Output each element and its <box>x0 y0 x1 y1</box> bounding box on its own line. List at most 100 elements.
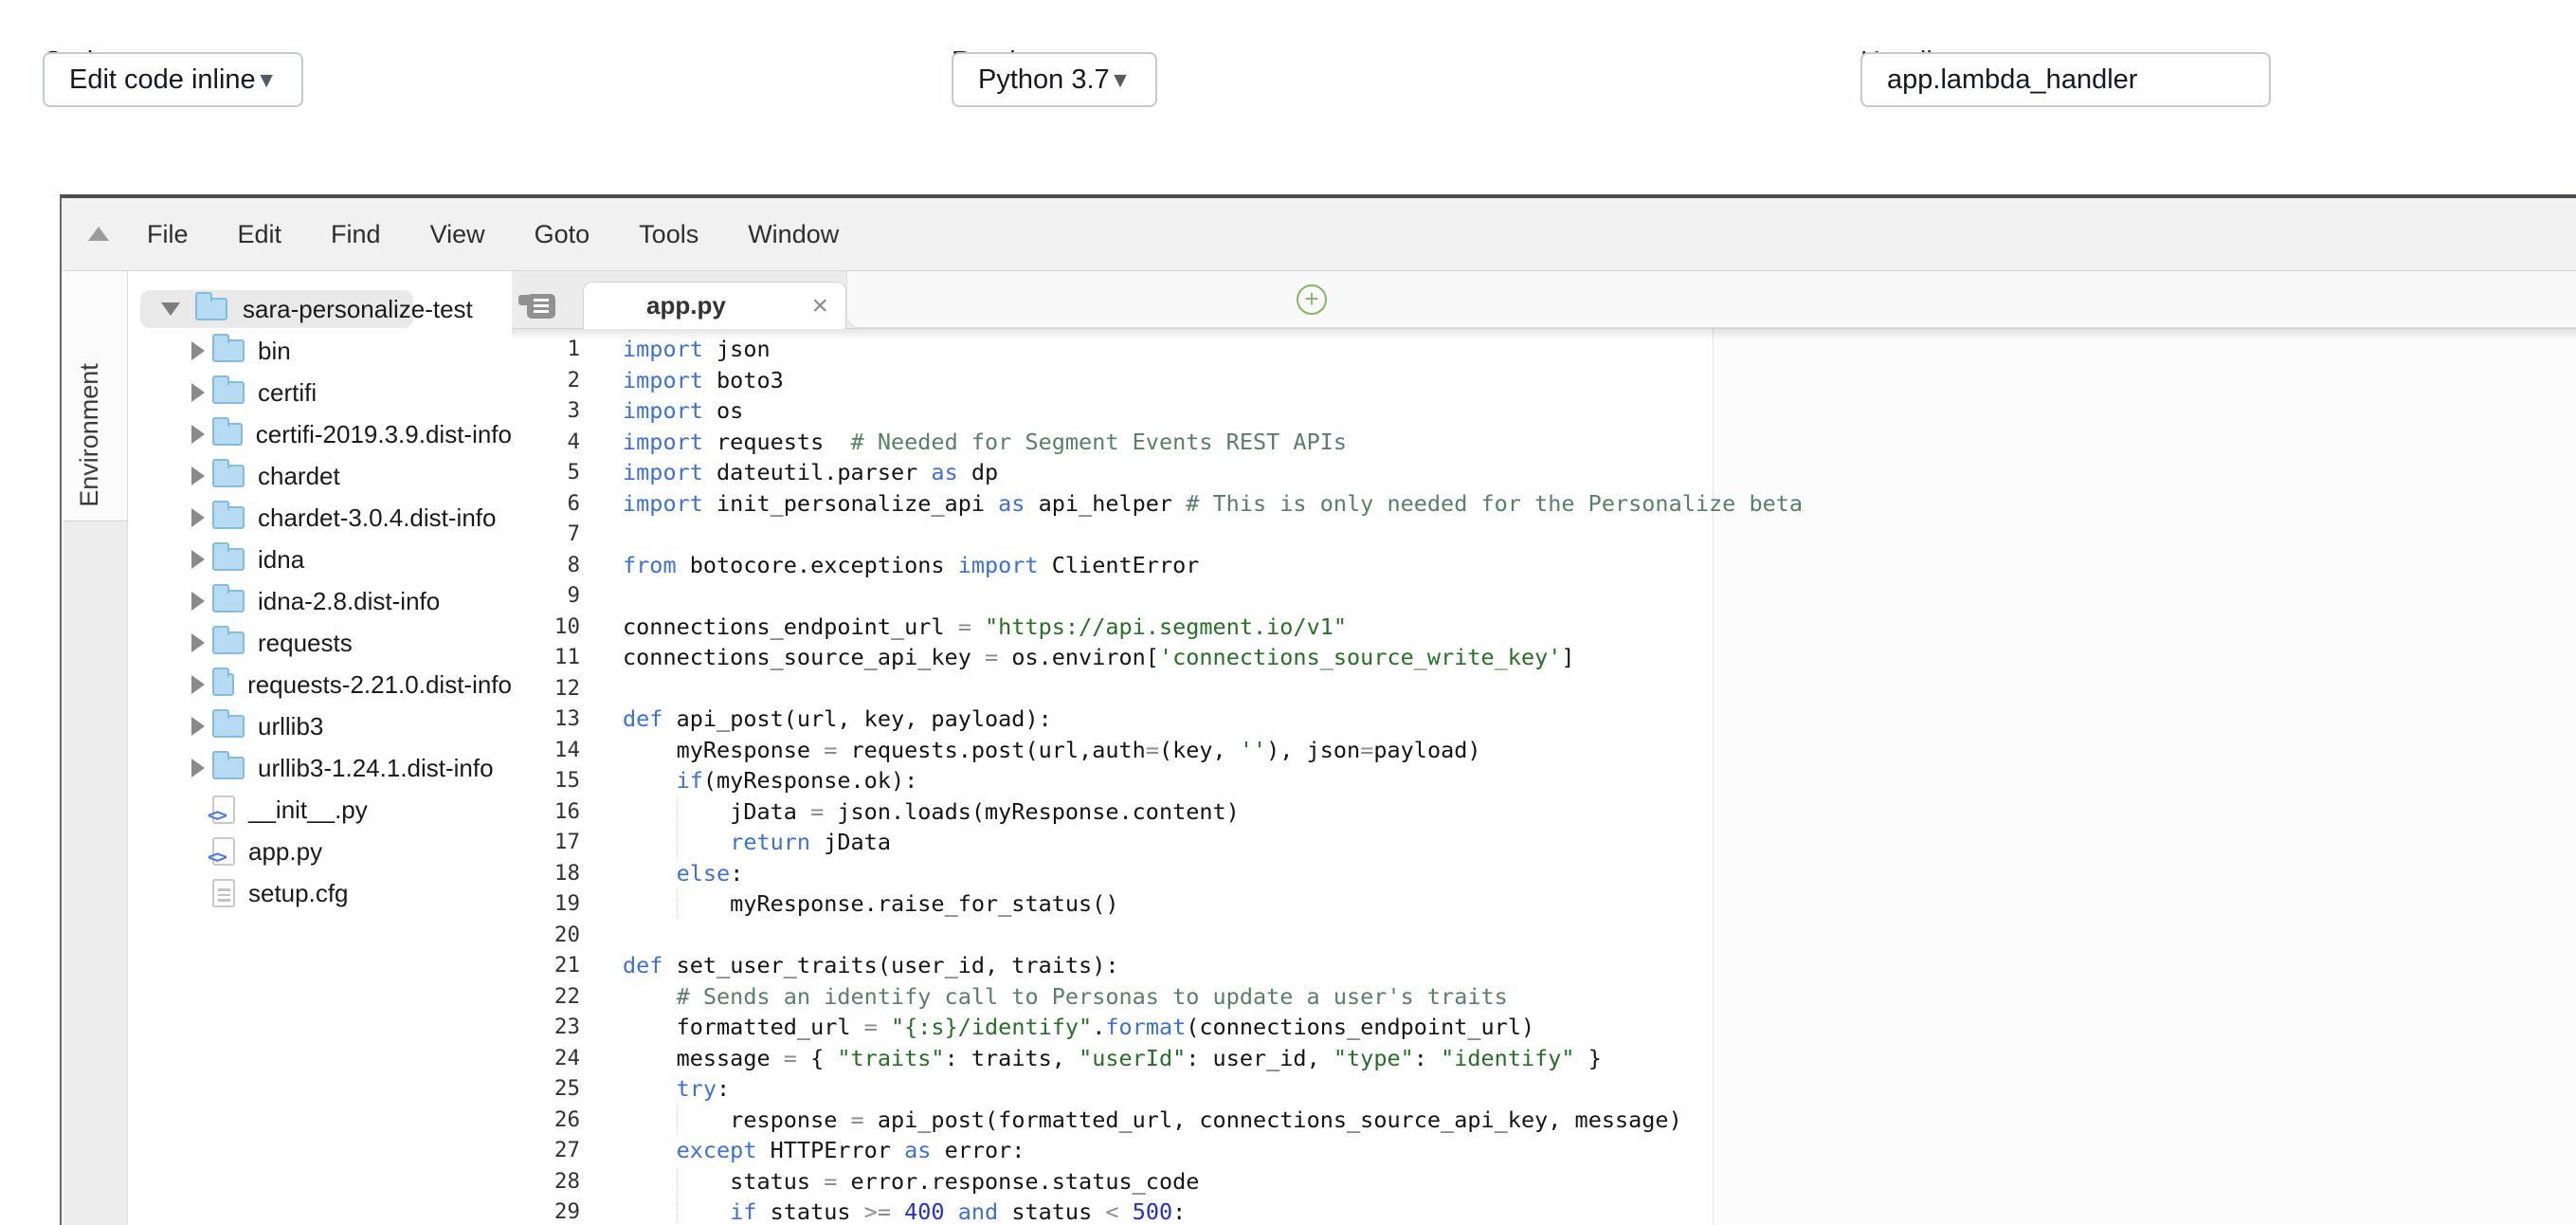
chevron-right-icon[interactable] <box>191 633 205 652</box>
chevron-right-icon[interactable] <box>191 592 205 611</box>
tab-list-icon[interactable] <box>527 294 555 319</box>
menu-item-window[interactable]: Window <box>748 220 839 249</box>
tab-bar-shadow <box>512 329 2576 340</box>
code-editor-area[interactable]: 1234567891011121314151617181920212223242… <box>512 329 2576 1225</box>
tree-item-chardet-3-0-4-dist-info[interactable]: chardet-3.0.4.dist-info <box>127 497 512 539</box>
menu-item-goto[interactable]: Goto <box>535 220 590 249</box>
lambda-code-editor-page: Code entry type Edit code inline ▼ Runti… <box>0 0 2576 1225</box>
tree-item-urllib3[interactable]: urllib3 <box>127 705 512 747</box>
tree-item-idna[interactable]: idna <box>127 539 512 580</box>
tree-item-label: setup.cfg <box>248 879 349 908</box>
code-line: if(myResponse.ok): <box>512 765 2576 796</box>
handler-input[interactable] <box>1887 64 2244 96</box>
editor-tab-bar: app.py × + <box>512 271 2576 329</box>
tree-item-certifi-2019-3-9-dist-info[interactable]: certifi-2019.3.9.dist-info <box>127 413 512 455</box>
code-line: import requests # Needed for Segment Eve… <box>512 427 2576 458</box>
tree-item-label: chardet <box>258 462 340 491</box>
code-editor-frame: File Edit Find View Goto Tools Window Environm… <box>60 194 2576 1225</box>
code-entry-type-select[interactable]: Edit code inline ▼ <box>43 52 303 107</box>
tree-item--init-py[interactable]: <> __init__.py <box>127 789 512 831</box>
menu-item-find[interactable]: Find <box>331 220 381 249</box>
chevron-right-icon[interactable] <box>191 425 205 444</box>
folder-icon <box>212 757 245 779</box>
runtime-select[interactable]: Python 3.7 ▼ <box>952 52 1157 107</box>
code-line: status = error.response.status_code <box>512 1166 2576 1198</box>
chevron-right-icon[interactable] <box>191 675 205 694</box>
tree-item-certifi[interactable]: certifi <box>127 372 512 413</box>
code-line: from botocore.exceptions import ClientEr… <box>512 550 2576 581</box>
code-line: def api_post(url, key, payload): <box>512 704 2576 735</box>
chevron-right-icon[interactable] <box>191 550 205 569</box>
tree-item-urllib3-1-24-1-dist-info[interactable]: urllib3-1.24.1.dist-info <box>127 747 512 789</box>
menu-item-file[interactable]: File <box>147 220 189 249</box>
chevron-right-icon[interactable] <box>191 508 205 527</box>
chevron-right-icon[interactable] <box>191 717 205 736</box>
code-line <box>512 673 2576 704</box>
code-line: connections_source_api_key = os.environ[… <box>512 642 2576 673</box>
code-line: message = { "traits": traits, "userId": … <box>512 1043 2576 1074</box>
code-line: myResponse.raise_for_status() <box>512 888 2576 920</box>
editor-menu-bar: File Edit Find View Goto Tools Window <box>62 198 2576 271</box>
code-line: import dateutil.parser as dp <box>512 457 2576 488</box>
code-line: # Sends an identify call to Personas to … <box>512 981 2576 1013</box>
tree-item-requests-2-21-0-dist-info[interactable]: requests-2.21.0.dist-info <box>127 664 512 705</box>
tree-item-label: urllib3 <box>258 712 323 741</box>
folder-icon <box>212 423 243 446</box>
tree-item-label: certifi <box>258 378 317 408</box>
tree-item-label: idna-2.8.dist-info <box>258 587 440 616</box>
menu-item-view[interactable]: View <box>430 220 485 249</box>
menu-item-edit[interactable]: Edit <box>238 220 282 249</box>
folder-icon <box>212 339 245 362</box>
folder-icon <box>212 465 245 487</box>
environment-tab[interactable]: Environment <box>75 331 113 539</box>
chevron-down-icon: ▼ <box>256 67 278 93</box>
collapse-editor-icon[interactable] <box>88 227 109 241</box>
code-line <box>512 920 2576 951</box>
code-line: formatted_url = "{:s}/identify".format(c… <box>512 1012 2576 1043</box>
code-line: if status >= 400 and status < 500: <box>512 1197 2576 1225</box>
chevron-down-icon[interactable] <box>161 302 180 316</box>
environment-strip-lower <box>63 521 127 1225</box>
menu-item-tools[interactable]: Tools <box>639 220 698 249</box>
chevron-down-icon: ▼ <box>1110 67 1132 93</box>
code-lines: import jsonimport boto3import osimport r… <box>512 329 2576 1225</box>
folder-icon <box>212 506 245 529</box>
environment-sidebar-strip: Environment <box>62 271 127 1225</box>
chevron-right-icon[interactable] <box>191 466 205 485</box>
code-line: myResponse = requests.post(url,auth=(key… <box>512 735 2576 766</box>
code-entry-type-value: Edit code inline <box>69 64 256 96</box>
close-tab-icon[interactable]: × <box>811 292 828 320</box>
tree-item-label: sara-personalize-test <box>243 295 473 324</box>
code-line: else: <box>512 858 2576 889</box>
tree-item-setup-cfg[interactable]: setup.cfg <box>127 872 512 914</box>
tree-item-chardet[interactable]: chardet <box>127 455 512 497</box>
tree-item-app-py[interactable]: <> app.py <box>127 831 512 872</box>
tab-app-py[interactable]: app.py × <box>583 282 846 329</box>
folder-icon <box>212 548 245 571</box>
file-tree: sara-personalize-test bin certifi certifi-2… <box>127 288 512 914</box>
tree-item-idna-2-8-dist-info[interactable]: idna-2.8.dist-info <box>127 580 512 622</box>
code-line: return jData <box>512 827 2576 858</box>
python-file-icon: <> <box>212 837 235 866</box>
indent-guide <box>677 827 678 858</box>
tree-item-sara-personalize-test[interactable]: sara-personalize-test <box>127 288 512 330</box>
chevron-right-icon[interactable] <box>191 383 205 402</box>
tree-item-label: app.py <box>248 837 322 867</box>
folder-icon <box>195 298 227 320</box>
tree-item-label: certifi-2019.3.9.dist-info <box>256 420 512 449</box>
chevron-right-icon[interactable] <box>191 341 205 360</box>
python-file-icon: <> <box>212 795 235 824</box>
tree-item-label: chardet-3.0.4.dist-info <box>258 503 496 533</box>
code-line: import os <box>512 395 2576 427</box>
indent-guide <box>677 1197 678 1225</box>
tree-item-bin[interactable]: bin <box>127 330 512 372</box>
tree-item-label: bin <box>258 337 291 366</box>
add-tab-icon[interactable]: + <box>1297 284 1327 315</box>
tree-item-label: requests <box>258 629 353 658</box>
tab-title: app.py <box>646 291 726 320</box>
code-line <box>512 580 2576 612</box>
tree-item-label: idna <box>258 545 304 575</box>
tree-item-requests[interactable]: requests <box>127 622 512 664</box>
chevron-right-icon[interactable] <box>191 759 205 777</box>
tree-item-label: __init__.py <box>248 795 368 825</box>
